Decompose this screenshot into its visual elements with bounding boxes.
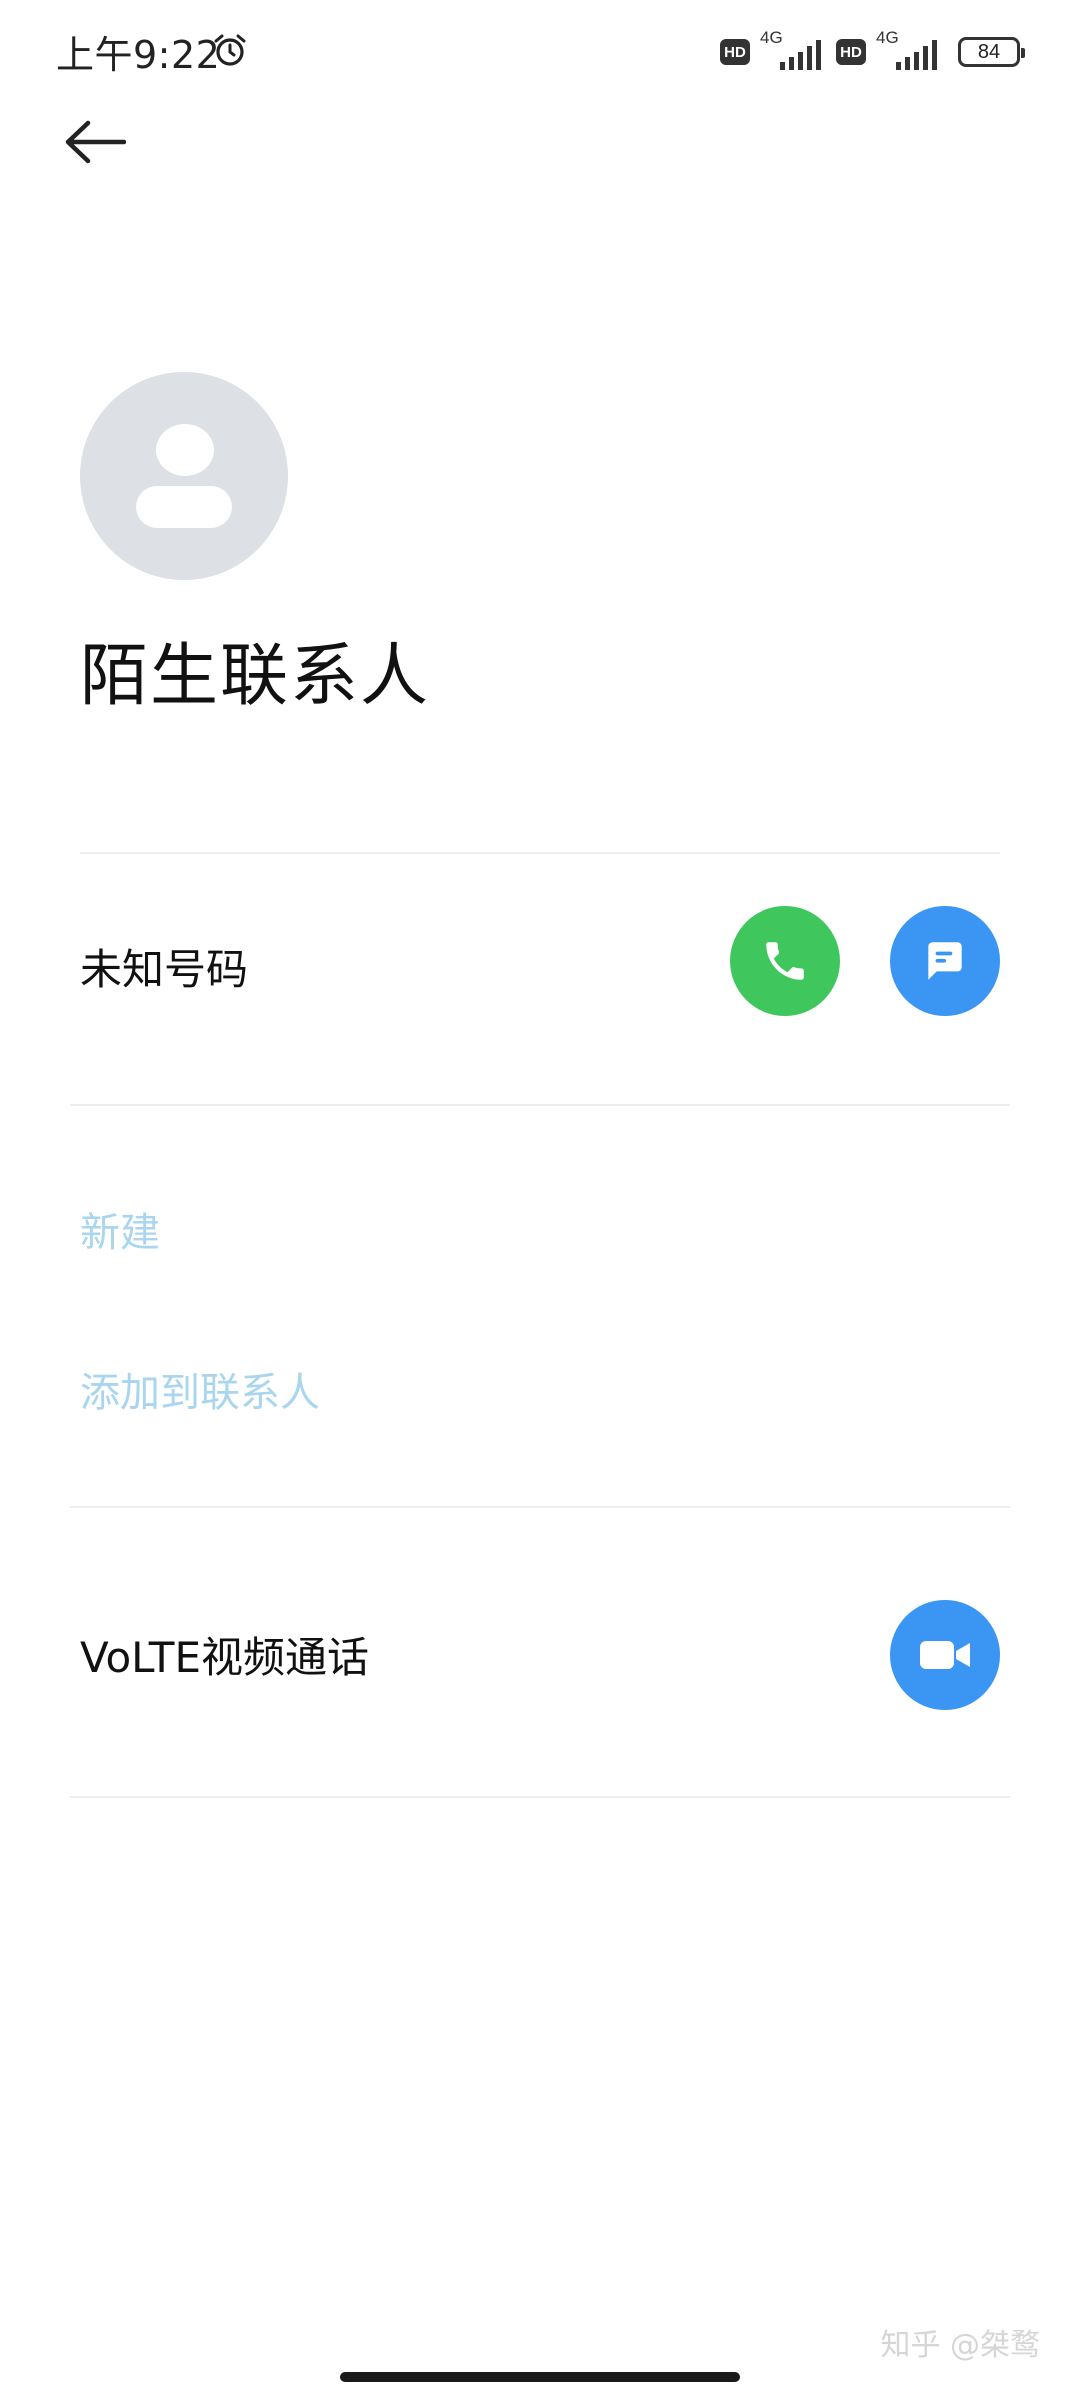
add-to-contacts-button[interactable]: 添加到联系人: [80, 1360, 320, 1418]
video-call-label: VoLTE视频通话: [80, 1633, 369, 1682]
new-contact-button[interactable]: 新建: [80, 1200, 160, 1258]
hd-badge-sim2: HD: [836, 39, 866, 65]
status-time: 上午9:22: [56, 33, 221, 77]
divider-top: [80, 852, 1000, 854]
divider-after-actions: [70, 1506, 1010, 1508]
sim2-signal: 4G: [876, 28, 942, 74]
signal-icon: [780, 40, 821, 70]
video-call-button[interactable]: [890, 1600, 1000, 1710]
message-button[interactable]: [890, 906, 1000, 1016]
contact-name: 陌生联系人: [80, 637, 431, 716]
divider-after-number: [70, 1104, 1010, 1106]
sim1-signal: 4G: [760, 28, 826, 74]
avatar: [80, 372, 288, 580]
alarm-icon: [214, 34, 246, 66]
person-placeholder-icon: [156, 424, 214, 476]
divider-after-video: [70, 1796, 1010, 1798]
watermark: 知乎 @桀鹜: [880, 2328, 1040, 2363]
signal-icon: [896, 40, 937, 70]
person-placeholder-body: [136, 486, 232, 528]
phone-icon: [766, 942, 804, 980]
back-button[interactable]: [60, 112, 130, 172]
number-row: 未知号码: [0, 860, 1080, 1060]
back-arrow-icon: [65, 120, 126, 164]
video-call-row: VoLTE视频通话: [0, 1520, 1080, 1790]
status-indicators: HD 4G HD 4G 84: [720, 28, 1025, 74]
video-camera-icon: [920, 1641, 970, 1669]
status-bar: 上午9:22 HD 4G HD 4G 84: [0, 0, 1080, 100]
battery-icon: 84: [958, 37, 1025, 67]
call-button[interactable]: [730, 906, 840, 1016]
hd-badge-sim1: HD: [720, 39, 750, 65]
home-gesture-bar[interactable]: [340, 2372, 740, 2382]
number-label: 未知号码: [80, 945, 249, 994]
message-icon: [928, 942, 962, 980]
